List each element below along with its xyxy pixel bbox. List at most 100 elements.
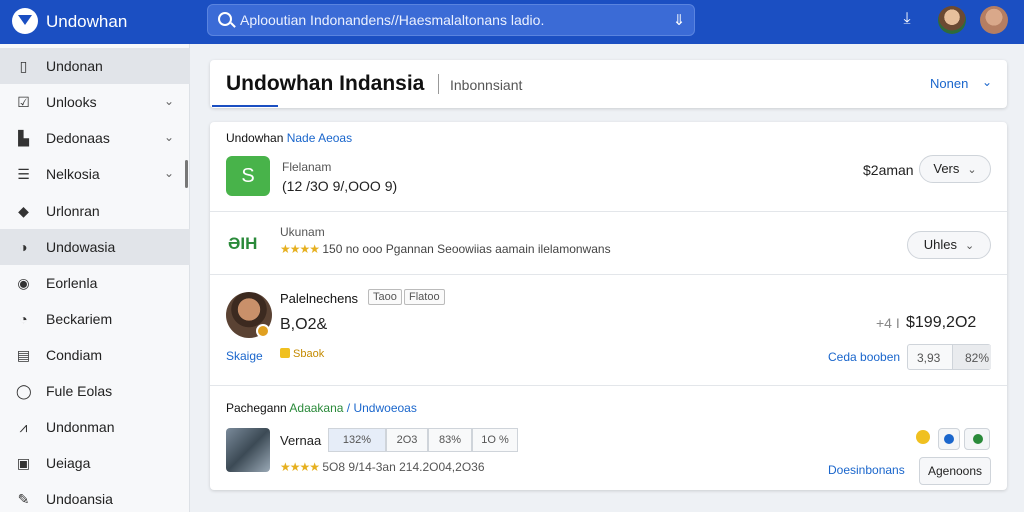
sidebar-item-label: Fule Eolas — [46, 383, 113, 399]
app-title: Undowhan — [46, 12, 128, 31]
sidebar-item-label: Beckariem — [46, 311, 113, 327]
row-divider — [210, 211, 1007, 212]
sidebar-item-label: Dedonaas — [46, 130, 110, 146]
row4-action-button[interactable]: Agenoons — [919, 457, 991, 485]
chevron-down-icon: ⌄ — [967, 164, 977, 176]
row4-meta-text: 5O8 9/14-3an 214.2O04,2O36 — [322, 460, 485, 474]
pair-right-value: 82% — [965, 351, 990, 365]
row2-dropdown-button[interactable]: Uhles ⌄ — [907, 231, 991, 259]
page-header: Undowhan Indansia Inbonnsiant Nonen ⌄ — [210, 60, 1007, 108]
segment-option[interactable]: 132% — [328, 428, 386, 452]
sidebar-item-label: Undonman — [46, 419, 115, 435]
sidebar-item[interactable]: ✎ Undoansia — [0, 481, 190, 512]
row1-label: Flelanam — [282, 160, 332, 174]
section-title: Pachegann Adaakana / Undwoeoas — [226, 401, 417, 415]
chevron-down-icon[interactable]: ⌄ — [164, 130, 174, 144]
section-title-blue[interactable]: / Undwoeoas — [347, 401, 417, 415]
section-title-text: Pachegann — [226, 401, 287, 415]
row3-action-link[interactable]: Ceda booben — [828, 350, 900, 364]
app-s-icon: S — [226, 156, 270, 196]
sidebar-item-label: Ueiaga — [46, 455, 91, 471]
sidebar: ▯ Undonan ☑ Unlooks ⌄ ▙ Dedonaas ⌄ ☰ Nelkosia ⌄ ◆ Ur… — [0, 44, 190, 512]
sidebar-item[interactable]: ◉ Eorlenla — [0, 265, 190, 301]
sidebar-item-label: Urlonran — [46, 203, 100, 219]
sidebar-item-label: Condiam — [46, 347, 103, 363]
sidebar-item[interactable]: ⩘ Undonman — [0, 409, 190, 445]
sidebar-item[interactable]: ▣ Ueiaga — [0, 445, 190, 481]
sidebar-item[interactable]: ◑ Undowasia — [0, 229, 190, 265]
share-icon[interactable] — [938, 428, 960, 450]
sidebar-item[interactable]: ▙ Dedonaas ⌄ — [0, 120, 190, 156]
sidebar-item-label: Unlooks — [46, 94, 97, 110]
chevron-down-icon: ⌄ — [965, 240, 975, 252]
row3-price: $199,2O2 — [906, 314, 977, 331]
page-subtitle: Inbonnsiant — [450, 77, 523, 93]
download-icon[interactable]: ⤓ — [897, 10, 917, 30]
chevron-down-icon[interactable]: ⌄ — [164, 166, 174, 180]
active-tab-indicator — [212, 105, 278, 107]
history-icon: ◔ — [19, 311, 28, 327]
sidebar-item[interactable]: ◯ Fule Eolas — [0, 373, 190, 409]
sidebar-item[interactable]: ◔ Beckariem — [0, 301, 190, 337]
row3-tag[interactable]: Flatoo — [404, 289, 445, 305]
product-thumbnail[interactable] — [226, 428, 270, 472]
row1-price: $2aman — [863, 162, 914, 178]
segment-option[interactable]: 2O3 — [386, 428, 428, 452]
search-icon — [218, 12, 232, 26]
search-bar[interactable]: ⇓ — [207, 4, 695, 36]
sidebar-item-label: Undonan — [46, 58, 103, 74]
sidebar-item-label: Undowasia — [46, 239, 116, 255]
row3-status-badge: Sbaok — [280, 348, 324, 360]
microphone-icon[interactable]: ⇓ — [670, 11, 688, 31]
pair-left-value: 3,93 — [917, 351, 941, 365]
page-title: Undowhan Indansia — [226, 72, 425, 95]
chevron-down-icon[interactable]: ⌄ — [982, 75, 992, 89]
sidebar-item-label: Undoansia — [46, 491, 113, 507]
row2-value: ★★★★ 150 no ooo Pgannan Seoowiias aamain… — [280, 242, 611, 256]
row3-name: Palelnechens — [280, 291, 359, 306]
sidebar-item[interactable]: ☑ Unlooks ⌄ — [0, 84, 190, 120]
app-logo-icon[interactable] — [12, 8, 38, 34]
row4-link[interactable]: Doesinbonans — [828, 463, 905, 477]
section-title-green[interactable]: Adaakana — [289, 401, 343, 415]
row3-value: B,O2& — [280, 316, 328, 333]
more-dropdown[interactable]: Nonen — [930, 76, 968, 91]
row3-value-pair[interactable]: 3,93 82% — [907, 344, 991, 370]
sidebar-item[interactable]: ▯ Undonan — [0, 48, 190, 84]
section-title-accent[interactable]: Nade Aeoas — [287, 131, 352, 145]
row1-dropdown-button[interactable]: Vers ⌄ — [919, 155, 991, 183]
calendar-icon: ▣ — [16, 455, 31, 471]
circle-icon: ◉ — [17, 275, 30, 291]
tag-icon: ◆ — [18, 203, 29, 219]
row4-name: Vernaa — [280, 433, 322, 448]
section-title: Undowhan Nade Aeoas — [226, 131, 352, 145]
row2-description: 150 no ooo Pgannan Seoowiias aamain ilel… — [322, 242, 611, 256]
building-icon: ▙ — [18, 130, 29, 146]
row3-tag[interactable]: Taoo — [368, 289, 402, 305]
row-divider — [210, 274, 1007, 275]
segment-option[interactable]: 1O % — [472, 428, 518, 452]
row4-meta: ★★★★ 5O8 9/14-3an 214.2O04,2O36 — [280, 460, 485, 474]
profile-avatar[interactable] — [980, 6, 1008, 34]
chart-icon: ◑ — [19, 239, 28, 255]
sidebar-item[interactable]: ◆ Urlonran — [0, 193, 190, 229]
row3-link[interactable]: Skaige — [226, 349, 263, 363]
badge-icon — [280, 348, 290, 358]
chevron-down-icon[interactable]: ⌄ — [164, 94, 174, 108]
location-icon: ◯ — [16, 383, 32, 399]
sidebar-item-label: Nelkosia — [46, 166, 100, 182]
menu-icon: ☰ — [17, 166, 30, 182]
badge-label: Sbaok — [293, 348, 325, 360]
user-avatar[interactable] — [938, 6, 966, 34]
rating-stars: ★★★★ — [280, 460, 320, 474]
sidebar-item[interactable]: ☰ Nelkosia ⌄ — [0, 156, 190, 192]
sidebar-item[interactable]: ▤ Condiam — [0, 337, 190, 373]
page-icon: ▯ — [19, 58, 28, 74]
emoji-icon[interactable] — [916, 430, 930, 444]
search-input[interactable] — [240, 9, 660, 31]
pair-right-segment: 82% — [952, 345, 991, 369]
row2-button-label: Uhles — [923, 237, 958, 252]
document-icon: ▤ — [16, 347, 31, 363]
refresh-icon[interactable] — [964, 428, 990, 450]
segment-option[interactable]: 83% — [428, 428, 472, 452]
